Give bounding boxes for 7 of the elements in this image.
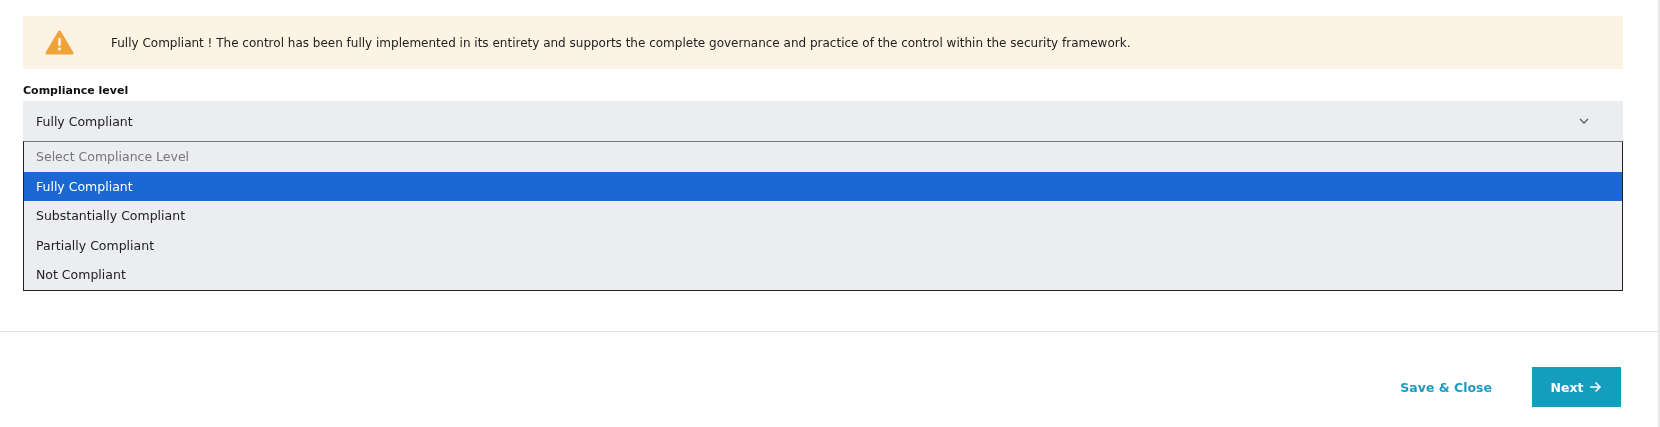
field-label: Compliance level [23,84,130,97]
chevron-down-icon [1579,118,1589,124]
warning-icon [45,30,74,55]
compliance-select[interactable]: Fully Compliant [23,101,1623,141]
arrow-right-icon [1589,381,1603,393]
alert-message: Fully Compliant ! The control has been fully implemented in its entirety and supports the complete governance and practice of the control within the security framework. [111,35,1131,50]
dropdown-option[interactable]: Fully Compliant [24,171,1622,201]
